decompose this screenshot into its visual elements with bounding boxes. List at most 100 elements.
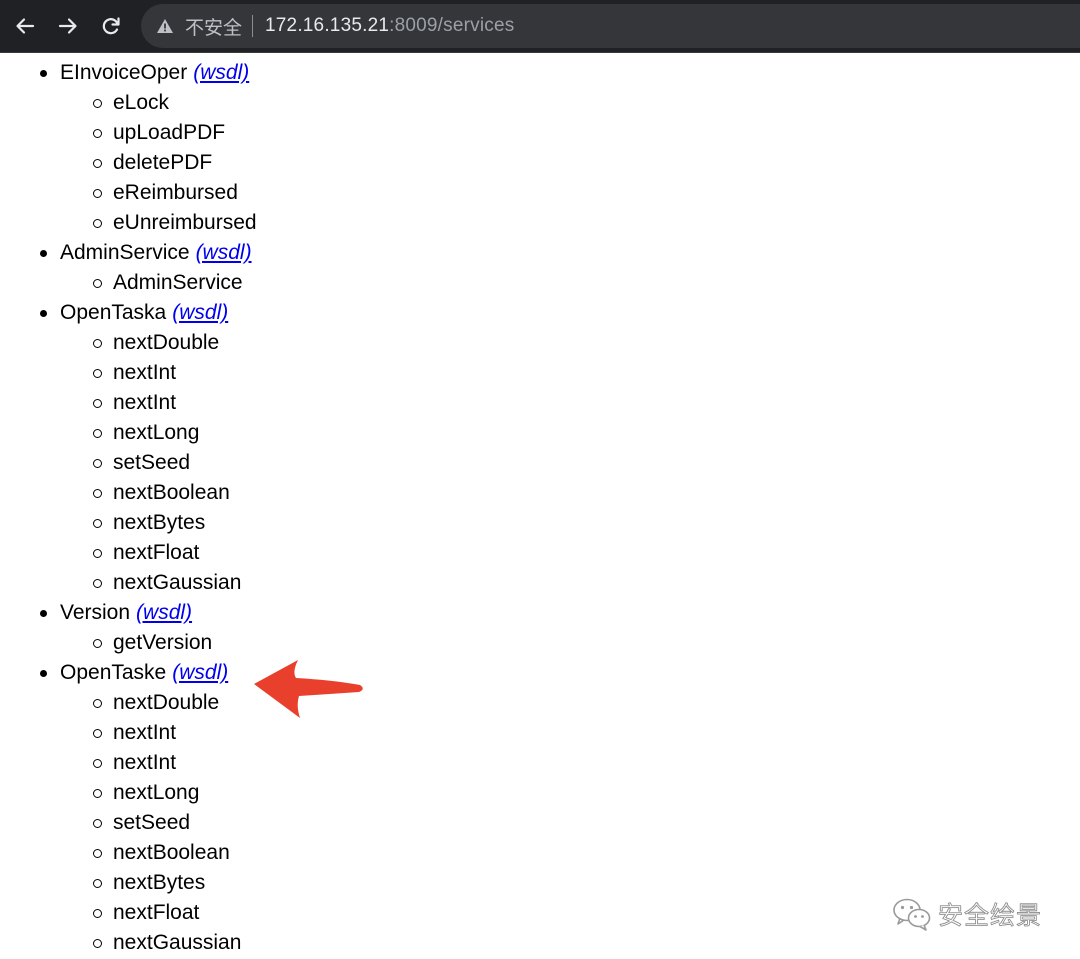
wsdl-link[interactable]: (wsdl) (172, 661, 228, 684)
operation-item: getVersion (0, 628, 1080, 658)
operation-name: nextInt (113, 751, 177, 774)
operation-name: upLoadPDF (113, 121, 226, 144)
bullet-circle-icon (93, 279, 102, 288)
operation-item: eUnreimbursed (0, 208, 1080, 238)
operation-item: setSeed (0, 448, 1080, 478)
operation-item: nextInt (0, 718, 1080, 748)
operations-list: AdminService (0, 268, 1080, 298)
bullet-circle-icon (93, 699, 102, 708)
wsdl-link[interactable]: (wsdl) (172, 301, 228, 324)
red-arrow-annotation-icon (254, 660, 363, 718)
operation-item: nextInt (0, 748, 1080, 778)
service-item: EInvoiceOper (wsdl) eLock upLoadPDF deletePD… (0, 58, 1080, 238)
service-row: OpenTaska (wsdl) (0, 298, 1080, 328)
operation-item: upLoadPDF (0, 118, 1080, 148)
bullet-circle-icon (93, 159, 102, 168)
operation-name: getVersion (113, 631, 213, 654)
operation-name: nextGaussian (113, 931, 242, 954)
bullet-circle-icon (93, 429, 102, 438)
operation-name: eUnreimbursed (113, 211, 257, 234)
bullet-circle-icon (93, 459, 102, 468)
bullet-circle-icon (93, 219, 102, 228)
watermark: 安全绘景 (892, 894, 1042, 934)
bullet-circle-icon (93, 849, 102, 858)
bullet-circle-icon (93, 819, 102, 828)
not-secure-warning-icon[interactable] (156, 17, 174, 35)
operation-item: eReimbursed (0, 178, 1080, 208)
operation-item: nextBoolean (0, 838, 1080, 868)
operation-item: nextDouble (0, 328, 1080, 358)
operation-item: nextBoolean (0, 478, 1080, 508)
operation-name: nextBoolean (113, 841, 230, 864)
operation-name: setSeed (113, 451, 191, 474)
forward-button[interactable] (52, 10, 84, 42)
operation-item: nextFloat (0, 538, 1080, 568)
bullet-circle-icon (93, 939, 102, 948)
service-name: Version (60, 601, 131, 624)
operation-item: nextLong (0, 778, 1080, 808)
page-content: EInvoiceOper (wsdl) eLock upLoadPDF deletePD… (0, 58, 1080, 958)
operation-name: nextLong (113, 781, 200, 804)
bullet-circle-icon (93, 579, 102, 588)
wsdl-link[interactable]: (wsdl) (193, 61, 249, 84)
bullet-disc-icon (40, 670, 47, 677)
reload-button[interactable] (95, 10, 127, 42)
operation-name: nextFloat (113, 901, 200, 924)
operation-name: nextDouble (113, 331, 220, 354)
operations-list: getVersion (0, 628, 1080, 658)
reload-icon (102, 17, 120, 35)
operation-name: deletePDF (113, 151, 213, 174)
service-row: Version (wsdl) (0, 598, 1080, 628)
service-name: OpenTaske (60, 661, 167, 684)
bullet-circle-icon (93, 639, 102, 648)
operation-name: nextInt (113, 361, 177, 384)
bullet-circle-icon (93, 189, 102, 198)
operation-name: nextBytes (113, 871, 206, 894)
bullet-disc-icon (40, 610, 47, 617)
operation-item: nextInt (0, 358, 1080, 388)
operation-name: eLock (113, 91, 170, 114)
bullet-circle-icon (93, 129, 102, 138)
url-text[interactable]: 172.16.135.21:8009/services (265, 15, 514, 37)
back-arrow-icon (16, 18, 35, 34)
operation-name: nextFloat (113, 541, 200, 564)
service-name: EInvoiceOper (60, 61, 188, 84)
operation-item: nextBytes (0, 508, 1080, 538)
url-path: :8009/services (389, 15, 515, 36)
service-row: OpenTaske (wsdl) (0, 658, 1080, 688)
bullet-circle-icon (93, 339, 102, 348)
operation-item: setSeed (0, 808, 1080, 838)
operation-name: nextInt (113, 721, 177, 744)
bullet-circle-icon (93, 549, 102, 558)
browser-toolbar: 不安全 172.16.135.21:8009/services (0, 0, 1080, 53)
forward-arrow-icon (58, 18, 77, 34)
service-item: Version (wsdl) getVersion (0, 598, 1080, 658)
bullet-circle-icon (93, 879, 102, 888)
service-item: AdminService (wsdl) AdminService (0, 238, 1080, 298)
service-row: AdminService (wsdl) (0, 238, 1080, 268)
service-name: OpenTaska (60, 301, 167, 324)
bullet-circle-icon (93, 369, 102, 378)
operation-name: setSeed (113, 811, 191, 834)
operations-list: eLock upLoadPDF deletePDF eReimbursed eUnrei… (0, 88, 1080, 238)
operation-item: eLock (0, 88, 1080, 118)
wsdl-link[interactable]: (wsdl) (136, 601, 192, 624)
address-divider (252, 15, 254, 37)
operation-name: eReimbursed (113, 181, 238, 204)
operation-name: nextBytes (113, 511, 206, 534)
operation-name: nextInt (113, 391, 177, 414)
operation-item: nextDouble (0, 688, 1080, 718)
bullet-disc-icon (40, 310, 47, 317)
wsdl-link[interactable]: (wsdl) (196, 241, 252, 264)
address-bar[interactable]: 不安全 172.16.135.21:8009/services (141, 4, 1080, 48)
security-status-label[interactable]: 不安全 (185, 13, 242, 40)
operation-name: AdminService (113, 271, 243, 294)
bullet-circle-icon (93, 789, 102, 798)
operation-name: nextDouble (113, 691, 220, 714)
services-list: EInvoiceOper (wsdl) eLock upLoadPDF deletePD… (0, 58, 1080, 958)
operations-list: nextDouble nextInt nextInt nextLong setSeed n… (0, 328, 1080, 598)
operation-item: nextLong (0, 418, 1080, 448)
back-button[interactable] (9, 10, 41, 42)
wechat-logo-icon (893, 898, 931, 931)
bullet-disc-icon (40, 250, 47, 257)
